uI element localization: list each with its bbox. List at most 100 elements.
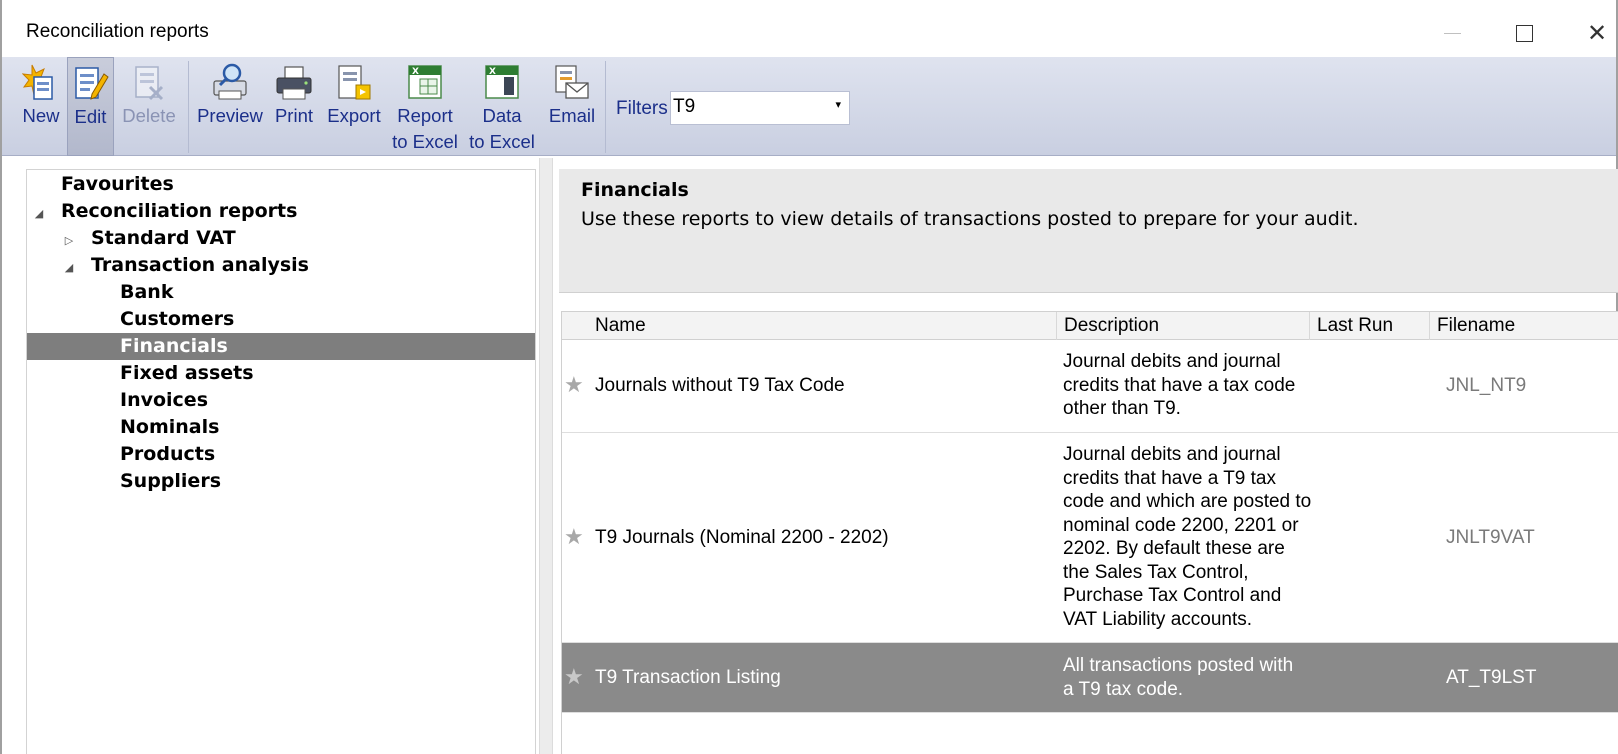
tree-item-label: Bank — [120, 281, 174, 303]
description-line: the Sales Tax Control, — [1063, 561, 1249, 583]
column-header-last-run[interactable]: Last Run — [1309, 312, 1429, 340]
edit-button-label: Edit — [74, 106, 107, 127]
new-button[interactable]: New — [16, 57, 66, 156]
filters-dropdown[interactable]: T9 ▾ — [670, 91, 850, 125]
preview-button[interactable]: Preview — [194, 57, 266, 156]
close-icon: ✕ — [1586, 19, 1608, 47]
excel-report-icon: X — [405, 59, 445, 103]
tree-item-label: Invoices — [120, 389, 209, 411]
table-row[interactable]: ★ Journals without T9 Tax Code Journal d… — [562, 340, 1618, 433]
reports-grid: Name Description Last Run Filename ★ Jou… — [561, 311, 1618, 754]
svg-text:X: X — [412, 67, 419, 77]
delete-button[interactable]: Delete — [118, 57, 180, 156]
data-to-excel-button[interactable]: X Data to Excel — [466, 57, 538, 156]
expanded-arrow-icon[interactable]: ◢ — [61, 254, 77, 281]
data-to-excel-label-1: Data — [482, 105, 522, 126]
dropdown-arrow-icon[interactable]: ▾ — [835, 98, 841, 111]
email-icon — [552, 59, 592, 103]
tree-item-customers[interactable]: Customers — [27, 306, 535, 333]
filters-selected-value: T9 — [673, 96, 696, 117]
report-name: T9 Transaction Listing — [595, 667, 781, 688]
tree-item-label: Financials — [120, 335, 228, 357]
reconciliation-reports-window: Reconciliation reports ✕ New Edit Delete — [0, 0, 1618, 754]
tree-item-products[interactable]: Products — [27, 441, 535, 468]
tree-item-fixed-assets[interactable]: Fixed assets — [27, 360, 535, 387]
tree-item-nominals[interactable]: Nominals — [27, 414, 535, 441]
grid-header: Name Description Last Run Filename — [562, 312, 1618, 340]
tree-item-standard-vat[interactable]: ▷ Standard VAT — [27, 225, 535, 252]
preview-button-label: Preview — [197, 105, 263, 126]
description-line: Purchase Tax Control and — [1063, 585, 1282, 606]
category-title: Financials — [581, 179, 689, 201]
tree-item-bank[interactable]: Bank — [27, 279, 535, 306]
minimize-button[interactable] — [1432, 18, 1472, 48]
printer-icon — [274, 59, 314, 103]
excel-data-icon: X — [482, 59, 522, 103]
delete-button-label: Delete — [122, 105, 176, 126]
minimize-icon — [1443, 32, 1461, 34]
email-button[interactable]: Email — [544, 57, 600, 156]
tree-item-label: Transaction analysis — [91, 254, 309, 276]
toolbar-separator — [605, 61, 606, 153]
column-header-name[interactable]: Name — [588, 312, 1058, 340]
toolbar-separator — [188, 61, 189, 153]
preview-icon — [210, 59, 250, 103]
email-button-label: Email — [548, 105, 596, 126]
table-row[interactable]: ★ T9 Transaction Listing All transaction… — [562, 643, 1618, 713]
new-button-label: New — [22, 105, 60, 126]
title-bar: Reconciliation reports ✕ — [2, 0, 1616, 57]
report-name: T9 Journals (Nominal 2200 - 2202) — [595, 527, 889, 548]
maximize-icon — [1515, 24, 1533, 42]
category-info-panel: Financials Use these reports to view det… — [559, 169, 1618, 293]
report-description: All transactions posted with a T9 tax co… — [1063, 654, 1323, 701]
panel-splitter[interactable] — [539, 158, 553, 754]
print-button[interactable]: Print — [270, 57, 318, 156]
export-button-label: Export — [327, 105, 381, 126]
report-description: Journal debits and journal credits that … — [1063, 443, 1323, 631]
favourite-star-icon[interactable]: ★ — [564, 664, 584, 690]
tree-item-suppliers[interactable]: Suppliers — [27, 468, 535, 495]
report-name: Journals without T9 Tax Code — [595, 375, 845, 396]
maximize-button[interactable] — [1504, 18, 1544, 48]
table-row[interactable]: ★ T9 Journals (Nominal 2200 - 2202) Jour… — [562, 433, 1618, 643]
expanded-arrow-icon[interactable]: ◢ — [31, 200, 47, 227]
collapsed-arrow-icon[interactable]: ▷ — [61, 227, 77, 254]
description-line: code and which are posted to — [1063, 491, 1312, 512]
tree-item-reconciliation-reports[interactable]: ◢ Reconciliation reports — [27, 198, 535, 225]
description-line: other than T9. — [1063, 398, 1181, 419]
description-line: All transactions posted with — [1063, 655, 1294, 676]
edit-button[interactable]: Edit — [67, 57, 114, 156]
data-to-excel-label-2: to Excel — [469, 131, 535, 152]
tree-item-label: Fixed assets — [120, 362, 254, 384]
tree-item-transaction-analysis[interactable]: ◢ Transaction analysis — [27, 252, 535, 279]
tree-item-favourites[interactable]: Favourites — [27, 171, 535, 198]
favourite-star-icon[interactable]: ★ — [564, 524, 584, 550]
description-line: VAT Liability accounts. — [1063, 608, 1253, 630]
favourite-star-icon[interactable]: ★ — [564, 372, 584, 398]
column-header-filename[interactable]: Filename — [1429, 312, 1618, 340]
tree-item-label: Products — [120, 443, 216, 465]
export-button[interactable]: Export — [322, 57, 386, 156]
window-title: Reconciliation reports — [26, 21, 209, 42]
description-line: Journal debits and journal — [1063, 444, 1281, 465]
tree-item-label: Customers — [120, 308, 235, 330]
tree-item-financials[interactable]: Financials — [27, 333, 535, 360]
print-button-label: Print — [274, 105, 314, 126]
close-button[interactable]: ✕ — [1577, 18, 1617, 48]
svg-text:X: X — [489, 67, 496, 77]
report-category-tree: Favourites ◢ Reconciliation reports ▷ Stan… — [26, 169, 536, 754]
tree-item-label: Reconciliation reports — [61, 200, 298, 222]
tree-item-label: Nominals — [120, 416, 220, 438]
description-line: 2202. By default these are — [1063, 538, 1285, 559]
column-header-description[interactable]: Description — [1056, 312, 1309, 340]
description-line: credits that have a T9 tax — [1063, 467, 1276, 489]
description-line: credits that have a tax code — [1063, 374, 1296, 396]
tree-item-label: Suppliers — [120, 470, 222, 492]
description-line: Journal debits and journal — [1063, 351, 1281, 372]
tree-item-invoices[interactable]: Invoices — [27, 387, 535, 414]
category-description: Use these reports to view details of tra… — [581, 208, 1359, 230]
description-line: nominal code 2200, 2201 or — [1063, 514, 1299, 536]
description-line: a T9 tax code. — [1063, 678, 1184, 700]
report-to-excel-label-2: to Excel — [392, 131, 458, 152]
report-to-excel-button[interactable]: X Report to Excel — [388, 57, 462, 156]
